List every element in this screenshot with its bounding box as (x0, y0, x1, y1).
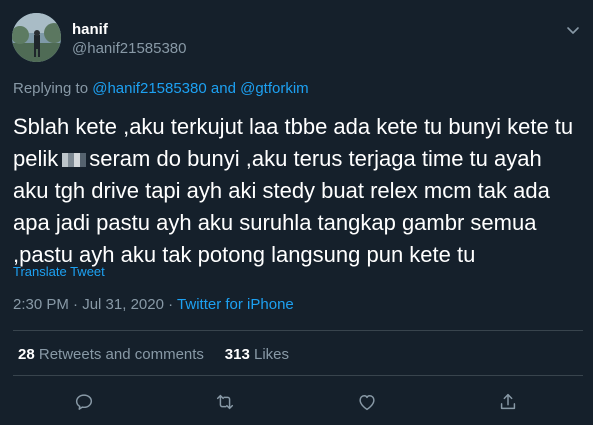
mention-link[interactable]: @hanif21585380 (92, 80, 207, 97)
meta-separator: · (168, 296, 174, 313)
mention-link[interactable]: @gtforkim (240, 80, 309, 97)
tweet-card: hanif @hanif21585380 Replying to @hanif2… (0, 0, 593, 425)
retweet-icon (216, 394, 234, 410)
replying-to-conjunction[interactable]: and (211, 80, 236, 97)
avatar[interactable] (12, 13, 61, 62)
translate-tweet-link[interactable]: Translate Tweet (13, 264, 105, 279)
censored-emoji (62, 153, 87, 168)
share-button[interactable] (494, 388, 522, 416)
tweet-source-link[interactable]: Twitter for iPhone (177, 296, 294, 313)
retweet-button[interactable] (211, 388, 239, 416)
replying-to-line: Replying to @hanif21585380 and @gtforkim (13, 80, 309, 97)
heart-icon (359, 395, 375, 411)
like-button[interactable] (353, 388, 381, 416)
likes-count: 313 (224, 346, 250, 363)
likes-label: Likes (253, 346, 290, 363)
divider (13, 330, 583, 331)
retweets-count: 28 (18, 346, 35, 363)
retweets-stat[interactable]: 28 Retweets and comments (18, 346, 204, 363)
tweet-text: Sblah kete ,aku terkujut laa tbbe ada ke… (13, 111, 583, 271)
tweet-stats: 28 Retweets and comments 313 Likes (18, 346, 289, 363)
reply-button[interactable] (70, 388, 98, 416)
tweet-text-part2: seram do bunyi ,aku terus terjaga time t… (13, 146, 550, 267)
tweet-time[interactable]: 2:30 PM (13, 296, 69, 313)
likes-stat[interactable]: 313 Likes (225, 346, 289, 363)
retweets-label: Retweets and comments (38, 346, 204, 363)
tweet-actions (0, 388, 593, 418)
divider (13, 375, 583, 376)
author-display-name[interactable]: hanif (72, 21, 108, 38)
meta-separator: · (73, 296, 79, 313)
author-handle[interactable]: @hanif21585380 (72, 40, 187, 57)
tweet-metadata: 2:30 PM · Jul 31, 2020 · Twitter for iPh… (13, 296, 294, 313)
reply-icon (75, 394, 93, 410)
replying-to-prefix: Replying to (13, 80, 89, 97)
chevron-down-icon[interactable] (562, 19, 584, 41)
share-icon (500, 393, 516, 410)
tweet-date[interactable]: Jul 31, 2020 (82, 296, 164, 313)
